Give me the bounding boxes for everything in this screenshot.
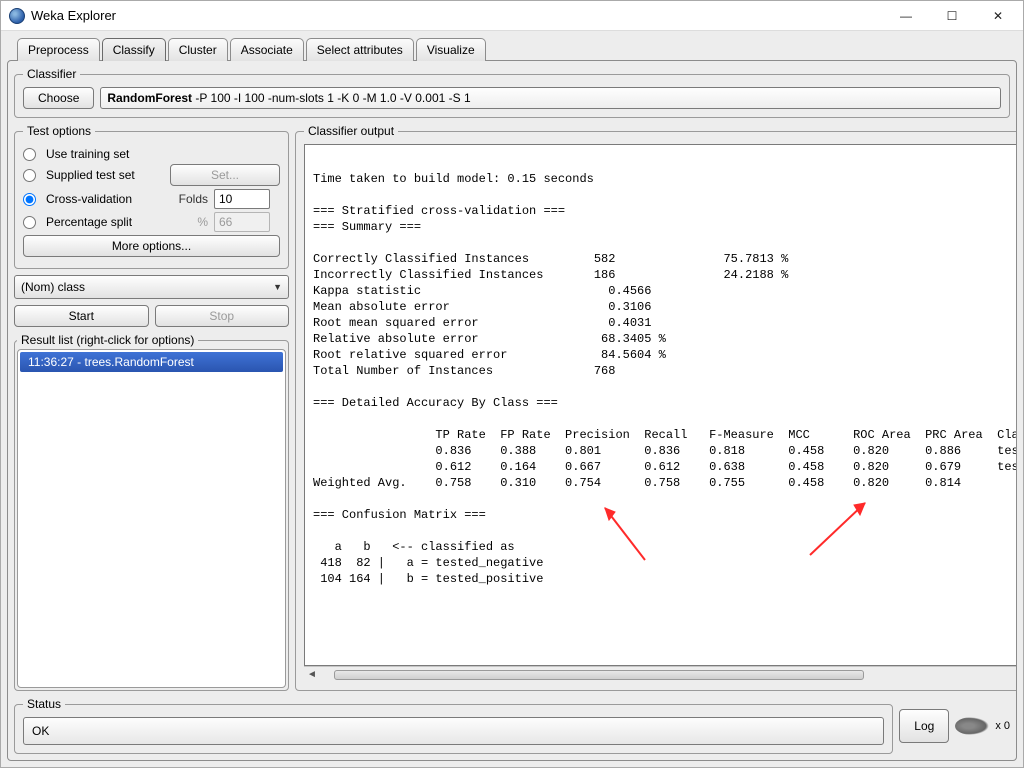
result-list-item[interactable]: 11:36:27 - trees.RandomForest	[20, 352, 283, 372]
classifier-output-text[interactable]: Time taken to build model: 0.15 seconds …	[305, 145, 1017, 665]
label-supplied-test-set: Supplied test set	[46, 168, 164, 182]
tab-preprocess[interactable]: Preprocess	[17, 38, 100, 61]
maximize-button[interactable]: ☐	[929, 2, 975, 30]
classifier-output-panel: Classifier output Time taken to build mo…	[295, 124, 1017, 691]
test-options-legend: Test options	[23, 124, 95, 138]
radio-supplied-test-set[interactable]	[23, 169, 36, 182]
classifier-args: -P 100 -I 100 -num-slots 1 -K 0 -M 1.0 -…	[192, 91, 471, 105]
label-use-training-set: Use training set	[46, 147, 129, 161]
task-count: x 0	[995, 720, 1010, 732]
log-button[interactable]: Log	[899, 709, 949, 743]
folds-input[interactable]	[214, 189, 270, 209]
folds-label: Folds	[170, 192, 208, 206]
weka-icon	[9, 8, 25, 24]
titlebar: Weka Explorer — ☐ ✕	[1, 1, 1023, 31]
radio-cross-validation[interactable]	[23, 193, 36, 206]
tab-visualize[interactable]: Visualize	[416, 38, 486, 61]
chevron-down-icon: ▼	[273, 282, 282, 292]
tab-associate[interactable]: Associate	[230, 38, 304, 61]
result-list[interactable]: 11:36:27 - trees.RandomForest	[17, 349, 286, 688]
radio-percentage-split[interactable]	[23, 216, 36, 229]
choose-classifier-button[interactable]: Choose	[23, 87, 94, 109]
horizontal-scroll-thumb[interactable]	[334, 670, 864, 680]
tab-cluster[interactable]: Cluster	[168, 38, 228, 61]
classifier-string[interactable]: RandomForest -P 100 -I 100 -num-slots 1 …	[100, 87, 1001, 109]
more-options-button[interactable]: More options...	[23, 235, 280, 257]
test-options-panel: Test options Use training set Supplied t…	[14, 124, 289, 269]
window-title: Weka Explorer	[31, 8, 883, 23]
class-attribute-value: (Nom) class	[21, 280, 85, 294]
radio-use-training-set[interactable]	[23, 148, 36, 161]
classifier-output-legend: Classifier output	[304, 124, 398, 138]
status-legend: Status	[23, 697, 65, 711]
weka-bird-icon	[955, 717, 989, 735]
minimize-button[interactable]: —	[883, 2, 929, 30]
tab-select-attributes[interactable]: Select attributes	[306, 38, 414, 61]
result-list-panel: Result list (right-click for options) 11…	[14, 333, 289, 691]
status-text: OK	[23, 717, 884, 745]
horizontal-scrollbar[interactable]: ◄ ►	[304, 666, 1017, 682]
classifier-legend: Classifier	[23, 67, 80, 81]
scroll-left-icon[interactable]: ◄	[304, 669, 320, 680]
label-percentage-split: Percentage split	[46, 215, 164, 229]
main-tabs: Preprocess Classify Cluster Associate Se…	[17, 37, 1017, 60]
classifier-name: RandomForest	[107, 91, 192, 105]
start-button[interactable]: Start	[14, 305, 149, 327]
pct-input	[214, 212, 270, 232]
close-button[interactable]: ✕	[975, 2, 1021, 30]
label-cross-validation: Cross-validation	[46, 192, 164, 206]
class-attribute-select[interactable]: (Nom) class ▼	[14, 275, 289, 299]
set-test-set-button[interactable]: Set...	[170, 164, 280, 186]
status-panel: Status OK	[14, 697, 893, 754]
classifier-panel: Classifier Choose RandomForest -P 100 -I…	[14, 67, 1010, 118]
pct-label: %	[170, 215, 208, 229]
tab-classify[interactable]: Classify	[102, 38, 166, 61]
result-list-legend: Result list (right-click for options)	[17, 333, 198, 347]
stop-button: Stop	[155, 305, 290, 327]
